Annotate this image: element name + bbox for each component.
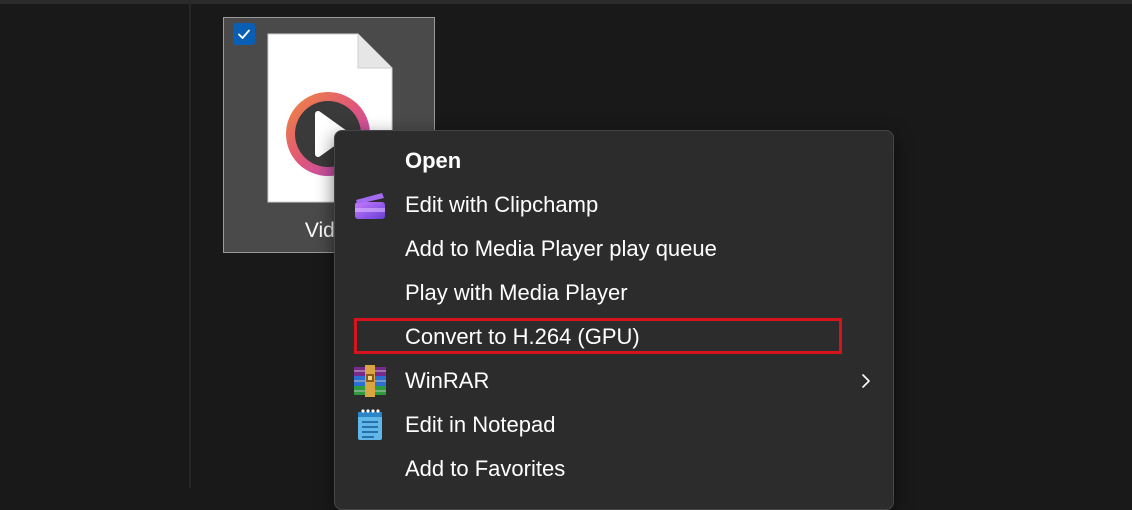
context-menu: Open Edit with Clipchamp Add to Media Pl… — [334, 130, 894, 510]
highlight-annotation-box — [354, 318, 842, 354]
menu-item-label: Open — [405, 148, 462, 173]
window-top-border — [0, 0, 1132, 4]
menu-item-label: Edit in Notepad — [405, 412, 556, 437]
notepad-icon — [352, 407, 388, 443]
menu-item-label: Add to Media Player play queue — [405, 236, 717, 261]
checkmark-icon — [238, 29, 250, 39]
menu-item-play-with-media-player[interactable]: Play with Media Player — [335, 271, 893, 315]
chevron-right-icon — [859, 371, 873, 391]
navigation-pane-divider[interactable] — [189, 0, 191, 488]
menu-item-edit-with-clipchamp[interactable]: Edit with Clipchamp — [335, 183, 893, 227]
selection-checkbox[interactable] — [233, 23, 255, 45]
menu-item-open[interactable]: Open — [335, 139, 893, 183]
menu-item-add-to-favorites[interactable]: Add to Favorites — [335, 447, 893, 491]
menu-item-winrar[interactable]: WinRAR — [335, 359, 893, 403]
menu-item-label: Add to Favorites — [405, 456, 566, 481]
winrar-icon — [352, 363, 388, 399]
menu-item-add-to-media-player-queue[interactable]: Add to Media Player play queue — [335, 227, 893, 271]
menu-item-label: Edit with Clipchamp — [405, 192, 599, 217]
menu-item-edit-in-notepad[interactable]: Edit in Notepad — [335, 403, 893, 447]
clipchamp-icon — [352, 187, 388, 223]
menu-item-label: WinRAR — [405, 368, 490, 393]
menu-item-label: Play with Media Player — [405, 280, 628, 305]
